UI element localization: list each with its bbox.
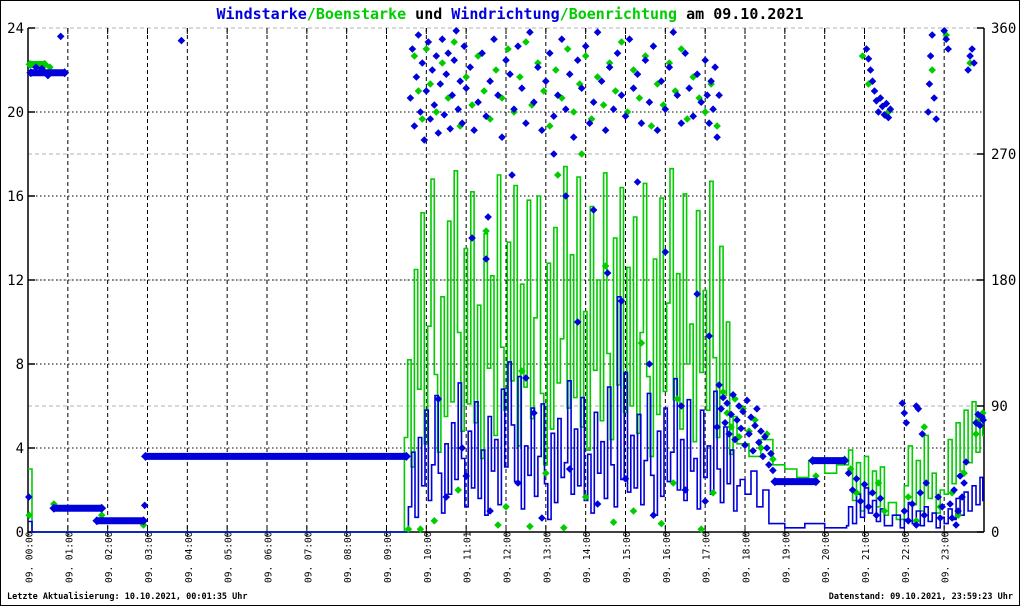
chart-title-part: /Boenstarke bbox=[306, 5, 407, 23]
x-tick-label-15: 09. 15:00 bbox=[622, 531, 633, 583]
y-left-tick-label-12: 12 bbox=[7, 273, 24, 289]
y-right-tick-label-360: 360 bbox=[991, 21, 1016, 37]
y-right-tick-label-180: 180 bbox=[991, 273, 1016, 289]
y-left-tick-label-8: 8 bbox=[16, 357, 24, 373]
x-tick-label-17: 09. 17:00 bbox=[702, 531, 713, 583]
last-update-label: Letzte Aktualisierung: 10.10.2021, 00:01… bbox=[7, 592, 248, 602]
x-tick-label-2: 09. 02:00 bbox=[104, 531, 115, 583]
x-tick-label-13: 09. 13:00 bbox=[542, 531, 553, 583]
chart-title: Windstarke/Boenstarke und Windrichtung/B… bbox=[1, 5, 1019, 23]
x-tick-label-3: 09. 03:00 bbox=[144, 531, 155, 583]
x-tick-label-11: 09. 11:01 bbox=[463, 531, 474, 583]
wind-chart-page: 0 4 8 12 16 20 24 0 90 180 270 360 09. 00:00 09. 01:0… bbox=[0, 0, 1020, 606]
x-tick-label-20: 09. 20:00 bbox=[821, 531, 832, 583]
x-tick-label-9: 09. 09:00 bbox=[383, 531, 394, 583]
x-tick-label-6: 09. 06:00 bbox=[264, 531, 275, 583]
x-tick-label-23: 09. 23:00 bbox=[941, 531, 952, 583]
chart-title-part: Windrichtung bbox=[451, 5, 560, 23]
chart-title-part: /Boenrichtung bbox=[559, 5, 678, 23]
chart-title-part: und bbox=[406, 5, 452, 23]
x-tick-label-7: 09. 07:00 bbox=[303, 531, 314, 583]
x-tick-label-22: 09. 22:00 bbox=[901, 531, 912, 583]
x-tick-label-21: 09. 21:00 bbox=[861, 531, 872, 583]
y-right-tick-label-270: 270 bbox=[991, 147, 1016, 163]
data-timestamp-label: Datenstand: 09.10.2021, 23:59:23 Uhr bbox=[828, 592, 1013, 602]
y-left-tick-label-20: 20 bbox=[7, 105, 24, 121]
y-left-tick-label-4: 4 bbox=[16, 441, 24, 457]
wind-chart-plot: 0 4 8 12 16 20 24 0 90 180 270 360 09. 00:00 09. 01:0… bbox=[7, 21, 1016, 583]
x-tick-label-1: 09. 01:00 bbox=[64, 531, 75, 583]
x-tick-label-10: 09. 10:00 bbox=[423, 531, 434, 583]
x-tick-label-0: 09. 00:00 bbox=[25, 531, 36, 583]
x-tick-label-19: 09. 19:00 bbox=[781, 531, 792, 583]
chart-title-part: Windstarke bbox=[216, 5, 307, 23]
x-tick-label-18: 09. 18:00 bbox=[742, 531, 753, 583]
x-tick-label-12: 09. 12:00 bbox=[503, 531, 514, 583]
y-left-tick-label-16: 16 bbox=[7, 189, 24, 205]
chart-title-part: am 09.10.2021 bbox=[677, 5, 804, 23]
x-tick-label-8: 09. 08:00 bbox=[343, 531, 354, 583]
x-tick-label-16: 09. 16:00 bbox=[662, 531, 673, 583]
y-left-tick-label-24: 24 bbox=[7, 21, 24, 37]
x-tick-label-4: 09. 04:00 bbox=[184, 531, 195, 583]
x-tick-label-14: 09. 14:00 bbox=[582, 531, 593, 583]
y-right-tick-label-0: 0 bbox=[991, 525, 999, 541]
x-tick-label-5: 09. 05:00 bbox=[224, 531, 235, 583]
y-left-tick-label-0: 0 bbox=[16, 525, 24, 541]
y-right-tick-label-90: 90 bbox=[991, 399, 1008, 415]
